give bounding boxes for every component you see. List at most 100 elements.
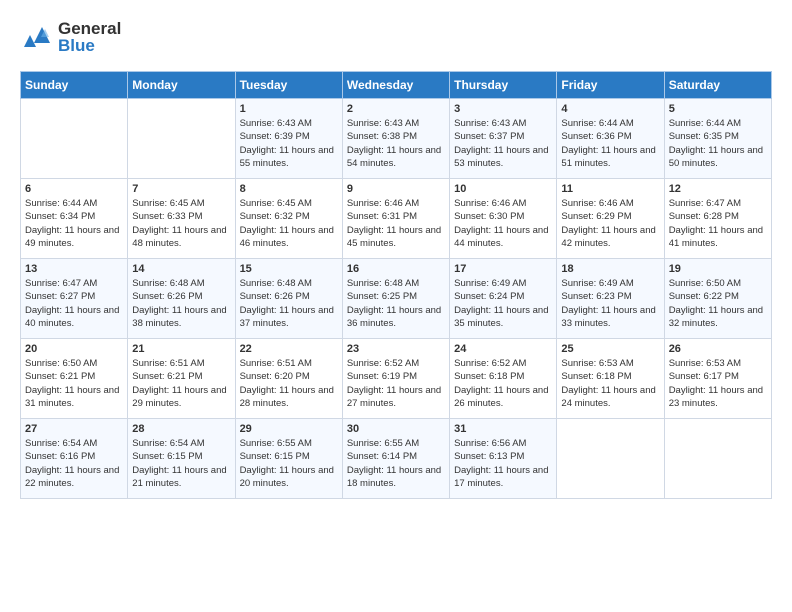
- calendar-cell: 27 Sunrise: 6:54 AMSunset: 6:16 PMDayligh…: [21, 419, 128, 499]
- cell-details: Sunrise: 6:49 AMSunset: 6:24 PMDaylight:…: [454, 277, 552, 330]
- day-number: 17: [454, 263, 552, 275]
- calendar-cell: 26 Sunrise: 6:53 AMSunset: 6:17 PMDayligh…: [664, 339, 771, 419]
- logo: General Blue: [20, 20, 121, 55]
- cell-details: Sunrise: 6:53 AMSunset: 6:18 PMDaylight:…: [561, 357, 659, 410]
- calendar-cell: 17 Sunrise: 6:49 AMSunset: 6:24 PMDayligh…: [450, 259, 557, 339]
- calendar-cell: 6 Sunrise: 6:44 AMSunset: 6:34 PMDaylight…: [21, 179, 128, 259]
- day-number: 2: [347, 103, 445, 115]
- calendar-cell: 19 Sunrise: 6:50 AMSunset: 6:22 PMDayligh…: [664, 259, 771, 339]
- day-number: 18: [561, 263, 659, 275]
- cell-details: Sunrise: 6:55 AMSunset: 6:15 PMDaylight:…: [240, 437, 338, 490]
- day-number: 9: [347, 183, 445, 195]
- day-number: 11: [561, 183, 659, 195]
- calendar-cell: 20 Sunrise: 6:50 AMSunset: 6:21 PMDayligh…: [21, 339, 128, 419]
- cell-details: Sunrise: 6:48 AMSunset: 6:26 PMDaylight:…: [240, 277, 338, 330]
- weekday-header: Thursday: [450, 72, 557, 99]
- calendar-cell: 5 Sunrise: 6:44 AMSunset: 6:35 PMDaylight…: [664, 99, 771, 179]
- cell-details: Sunrise: 6:51 AMSunset: 6:21 PMDaylight:…: [132, 357, 230, 410]
- day-number: 24: [454, 343, 552, 355]
- day-number: 10: [454, 183, 552, 195]
- day-number: 7: [132, 183, 230, 195]
- calendar-cell: 21 Sunrise: 6:51 AMSunset: 6:21 PMDayligh…: [128, 339, 235, 419]
- day-number: 27: [25, 423, 123, 435]
- calendar-cell: 22 Sunrise: 6:51 AMSunset: 6:20 PMDayligh…: [235, 339, 342, 419]
- calendar-week-row: 27 Sunrise: 6:54 AMSunset: 6:16 PMDayligh…: [21, 419, 772, 499]
- weekday-header: Saturday: [664, 72, 771, 99]
- weekday-header: Tuesday: [235, 72, 342, 99]
- weekday-header: Sunday: [21, 72, 128, 99]
- calendar-cell: [21, 99, 128, 179]
- weekday-header: Friday: [557, 72, 664, 99]
- cell-details: Sunrise: 6:45 AMSunset: 6:33 PMDaylight:…: [132, 197, 230, 250]
- page-header: General Blue: [20, 20, 772, 55]
- day-number: 20: [25, 343, 123, 355]
- day-number: 22: [240, 343, 338, 355]
- cell-details: Sunrise: 6:52 AMSunset: 6:19 PMDaylight:…: [347, 357, 445, 410]
- calendar-cell: 8Sunrise: 6:45 AMSunset: 6:32 PMDaylight…: [235, 179, 342, 259]
- cell-details: Sunrise: 6:44 AMSunset: 6:35 PMDaylight:…: [669, 117, 767, 170]
- calendar-week-row: 1Sunrise: 6:43 AMSunset: 6:39 PMDaylight…: [21, 99, 772, 179]
- day-number: 14: [132, 263, 230, 275]
- calendar-cell: 10 Sunrise: 6:46 AMSunset: 6:30 PMDayligh…: [450, 179, 557, 259]
- weekday-header: Monday: [128, 72, 235, 99]
- day-number: 23: [347, 343, 445, 355]
- calendar-header-row: SundayMondayTuesdayWednesdayThursdayFrid…: [21, 72, 772, 99]
- calendar-cell: 11 Sunrise: 6:46 AMSunset: 6:29 PMDayligh…: [557, 179, 664, 259]
- weekday-header: Wednesday: [342, 72, 449, 99]
- calendar-week-row: 6 Sunrise: 6:44 AMSunset: 6:34 PMDaylight…: [21, 179, 772, 259]
- day-number: 15: [240, 263, 338, 275]
- calendar-cell: [664, 419, 771, 499]
- cell-details: Sunrise: 6:46 AMSunset: 6:30 PMDaylight:…: [454, 197, 552, 250]
- calendar-cell: 4 Sunrise: 6:44 AMSunset: 6:36 PMDaylight…: [557, 99, 664, 179]
- cell-details: Sunrise: 6:44 AMSunset: 6:34 PMDaylight:…: [25, 197, 123, 250]
- day-number: 21: [132, 343, 230, 355]
- day-number: 1: [240, 103, 338, 115]
- calendar-cell: 31Sunrise: 6:56 AMSunset: 6:13 PMDayligh…: [450, 419, 557, 499]
- calendar-cell: 23 Sunrise: 6:52 AMSunset: 6:19 PMDayligh…: [342, 339, 449, 419]
- calendar-week-row: 13 Sunrise: 6:47 AMSunset: 6:27 PMDayligh…: [21, 259, 772, 339]
- calendar-cell: 1Sunrise: 6:43 AMSunset: 6:39 PMDaylight…: [235, 99, 342, 179]
- calendar-cell: 25 Sunrise: 6:53 AMSunset: 6:18 PMDayligh…: [557, 339, 664, 419]
- cell-details: Sunrise: 6:44 AMSunset: 6:36 PMDaylight:…: [561, 117, 659, 170]
- calendar-cell: [128, 99, 235, 179]
- cell-details: Sunrise: 6:54 AMSunset: 6:16 PMDaylight:…: [25, 437, 123, 490]
- cell-details: Sunrise: 6:51 AMSunset: 6:20 PMDaylight:…: [240, 357, 338, 410]
- cell-details: Sunrise: 6:46 AMSunset: 6:31 PMDaylight:…: [347, 197, 445, 250]
- day-number: 4: [561, 103, 659, 115]
- logo-icon: [20, 21, 54, 55]
- logo-blue: Blue: [58, 36, 95, 55]
- day-number: 19: [669, 263, 767, 275]
- day-number: 29: [240, 423, 338, 435]
- day-number: 5: [669, 103, 767, 115]
- calendar-cell: 13 Sunrise: 6:47 AMSunset: 6:27 PMDayligh…: [21, 259, 128, 339]
- calendar-cell: 29 Sunrise: 6:55 AMSunset: 6:15 PMDayligh…: [235, 419, 342, 499]
- cell-details: Sunrise: 6:53 AMSunset: 6:17 PMDaylight:…: [669, 357, 767, 410]
- calendar-table: SundayMondayTuesdayWednesdayThursdayFrid…: [20, 71, 772, 499]
- cell-details: Sunrise: 6:54 AMSunset: 6:15 PMDaylight:…: [132, 437, 230, 490]
- cell-details: Sunrise: 6:46 AMSunset: 6:29 PMDaylight:…: [561, 197, 659, 250]
- cell-details: Sunrise: 6:48 AMSunset: 6:25 PMDaylight:…: [347, 277, 445, 330]
- day-number: 13: [25, 263, 123, 275]
- cell-details: Sunrise: 6:43 AMSunset: 6:38 PMDaylight:…: [347, 117, 445, 170]
- calendar-cell: 28 Sunrise: 6:54 AMSunset: 6:15 PMDayligh…: [128, 419, 235, 499]
- cell-details: Sunrise: 6:49 AMSunset: 6:23 PMDaylight:…: [561, 277, 659, 330]
- day-number: 8: [240, 183, 338, 195]
- cell-details: Sunrise: 6:47 AMSunset: 6:28 PMDaylight:…: [669, 197, 767, 250]
- day-number: 31: [454, 423, 552, 435]
- cell-details: Sunrise: 6:50 AMSunset: 6:21 PMDaylight:…: [25, 357, 123, 410]
- day-number: 3: [454, 103, 552, 115]
- cell-details: Sunrise: 6:43 AMSunset: 6:37 PMDaylight:…: [454, 117, 552, 170]
- calendar-cell: 7 Sunrise: 6:45 AMSunset: 6:33 PMDaylight…: [128, 179, 235, 259]
- calendar-cell: 24Sunrise: 6:52 AMSunset: 6:18 PMDayligh…: [450, 339, 557, 419]
- calendar-cell: 16Sunrise: 6:48 AMSunset: 6:25 PMDayligh…: [342, 259, 449, 339]
- cell-details: Sunrise: 6:55 AMSunset: 6:14 PMDaylight:…: [347, 437, 445, 490]
- day-number: 25: [561, 343, 659, 355]
- logo-general: General: [58, 20, 121, 37]
- calendar-cell: [557, 419, 664, 499]
- day-number: 28: [132, 423, 230, 435]
- calendar-cell: 18 Sunrise: 6:49 AMSunset: 6:23 PMDayligh…: [557, 259, 664, 339]
- day-number: 26: [669, 343, 767, 355]
- cell-details: Sunrise: 6:50 AMSunset: 6:22 PMDaylight:…: [669, 277, 767, 330]
- day-number: 6: [25, 183, 123, 195]
- cell-details: Sunrise: 6:47 AMSunset: 6:27 PMDaylight:…: [25, 277, 123, 330]
